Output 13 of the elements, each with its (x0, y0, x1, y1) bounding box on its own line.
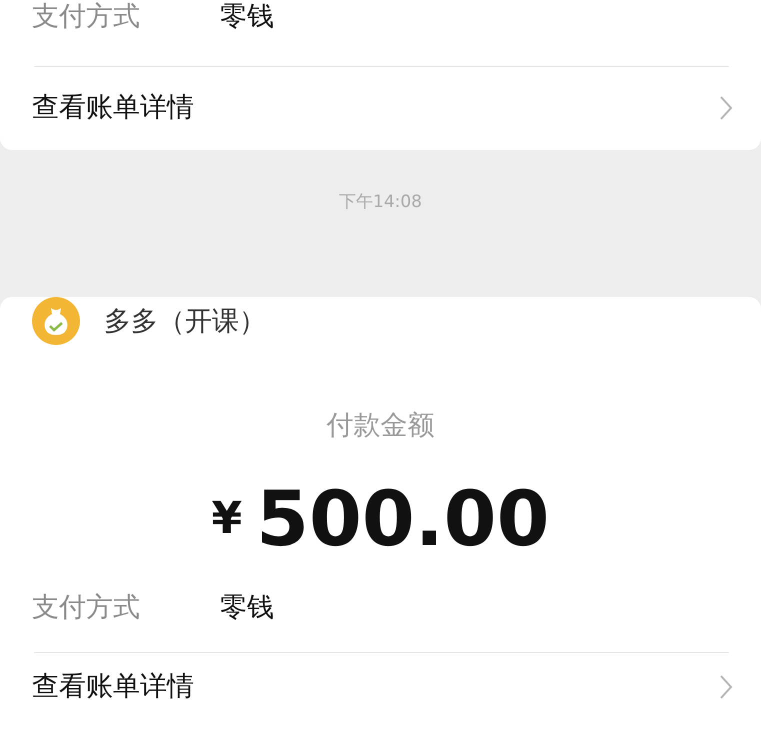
chevron-right-icon (719, 674, 733, 700)
merchant-name: 多多（开课） (104, 305, 266, 339)
chevron-right-icon (719, 95, 733, 121)
payment-method-value: 零钱 (220, 0, 274, 34)
bill-details-link[interactable]: 查看账单详情 (32, 670, 194, 704)
payment-amount: 500.00 (256, 474, 550, 562)
payment-method-label: 支付方式 (32, 0, 141, 34)
timestamp: 下午14:08 (339, 190, 422, 212)
currency-symbol: ¥ (212, 492, 242, 544)
amount-label: 付款金额 (326, 409, 436, 443)
bill-details-link[interactable]: 查看账单详情 (32, 91, 194, 125)
payment-method-value: 零钱 (220, 591, 274, 625)
payment-method-label: 支付方式 (32, 591, 141, 625)
